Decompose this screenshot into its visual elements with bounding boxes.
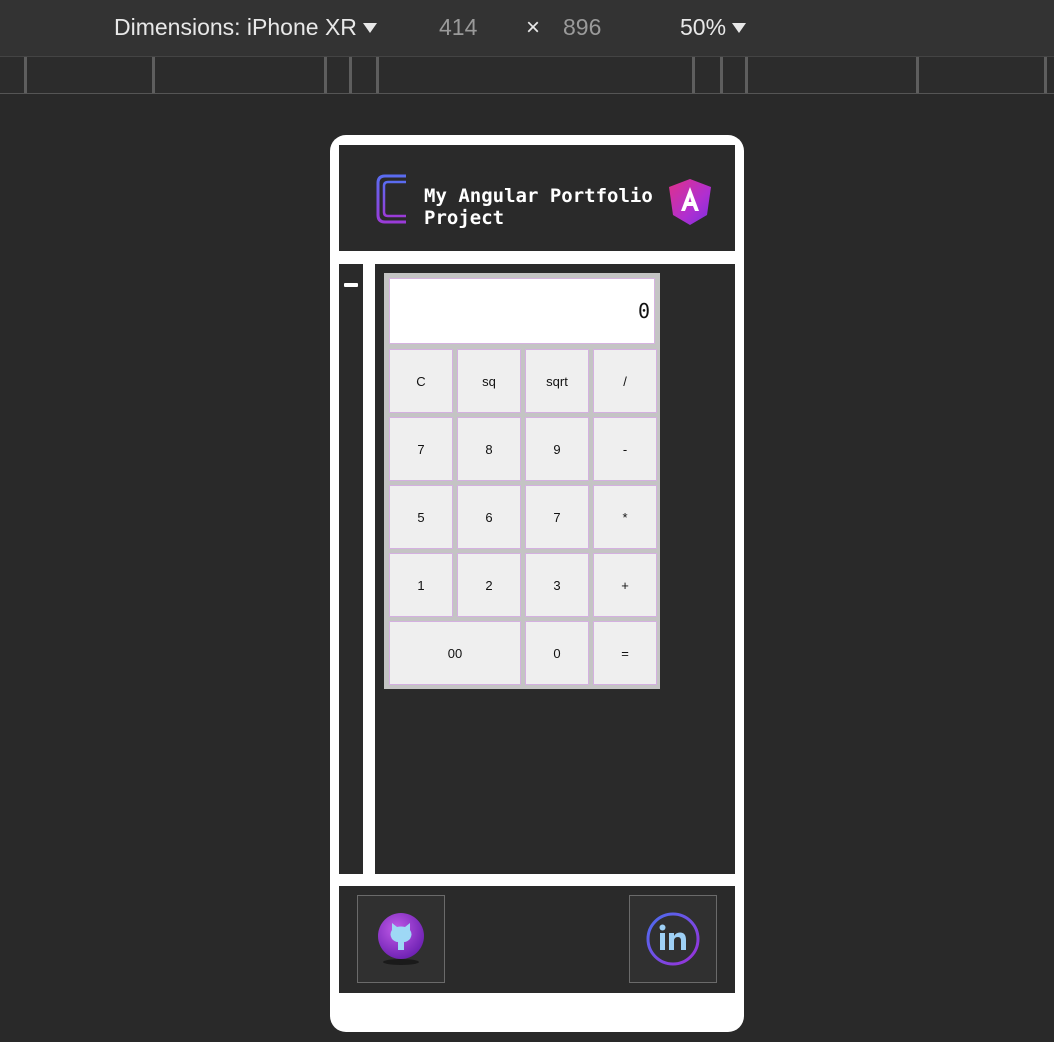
calculator: 0 C sq sqrt / 7 8 9 - 5 6 7 * 1 2 3 + 00… bbox=[384, 273, 660, 689]
width-input[interactable]: 414 bbox=[439, 14, 477, 41]
zoom-select[interactable]: 50% bbox=[680, 14, 747, 41]
sidebar bbox=[339, 264, 363, 874]
ruler-tick bbox=[152, 57, 155, 93]
key-clear[interactable]: C bbox=[389, 349, 453, 413]
height-value: 896 bbox=[563, 14, 602, 40]
key-sqrt[interactable]: sqrt bbox=[525, 349, 589, 413]
c-logo-icon bbox=[376, 174, 406, 224]
device-select[interactable]: Dimensions: iPhone XR bbox=[114, 14, 377, 41]
key-subtract[interactable]: - bbox=[593, 417, 657, 481]
linkedin-icon bbox=[646, 912, 700, 966]
calculator-display: 0 bbox=[389, 278, 655, 344]
device-viewport: My Angular Portfolio Project 0 C sq sqrt… bbox=[330, 135, 744, 1032]
key-square[interactable]: sq bbox=[457, 349, 521, 413]
ruler-tick bbox=[24, 57, 27, 93]
main-content: 0 C sq sqrt / 7 8 9 - 5 6 7 * 1 2 3 + 00… bbox=[375, 264, 735, 874]
linkedin-link[interactable] bbox=[629, 895, 717, 983]
ruler-tick bbox=[720, 57, 723, 93]
ruler-tick bbox=[692, 57, 695, 93]
ruler-tick bbox=[1044, 57, 1047, 93]
ruler-tick bbox=[349, 57, 352, 93]
times-sign: × bbox=[526, 14, 541, 41]
github-link[interactable] bbox=[357, 895, 445, 983]
key-add[interactable]: + bbox=[593, 553, 657, 617]
key-0[interactable]: 0 bbox=[525, 621, 589, 685]
key-double-zero[interactable]: 00 bbox=[389, 621, 521, 685]
app-title-line1: My Angular Portfolio bbox=[424, 185, 653, 207]
key-5[interactable]: 5 bbox=[389, 485, 453, 549]
ruler-tick bbox=[376, 57, 379, 93]
app-title: My Angular Portfolio Project bbox=[424, 185, 664, 229]
key-2[interactable]: 2 bbox=[457, 553, 521, 617]
key-equals[interactable]: = bbox=[593, 621, 657, 685]
key-8[interactable]: 8 bbox=[457, 417, 521, 481]
github-icon bbox=[378, 913, 424, 965]
devtools-toolbar: Dimensions: iPhone XR 414 × 896 50% bbox=[0, 0, 1054, 56]
key-1[interactable]: 1 bbox=[389, 553, 453, 617]
key-7[interactable]: 7 bbox=[389, 417, 453, 481]
calculator-keypad: C sq sqrt / 7 8 9 - 5 6 7 * 1 2 3 + 00 0… bbox=[389, 349, 657, 685]
key-multiply[interactable]: * bbox=[593, 485, 657, 549]
angular-logo-icon bbox=[669, 179, 711, 225]
zoom-value: 50% bbox=[680, 14, 727, 40]
app-header: My Angular Portfolio Project bbox=[339, 145, 735, 251]
ruler-tick bbox=[916, 57, 919, 93]
media-query-ruler[interactable] bbox=[0, 56, 1054, 94]
key-6[interactable]: 6 bbox=[457, 485, 521, 549]
key-7-second[interactable]: 7 bbox=[525, 485, 589, 549]
device-select-label: Dimensions: iPhone XR bbox=[114, 14, 357, 40]
width-value: 414 bbox=[439, 14, 478, 40]
key-9[interactable]: 9 bbox=[525, 417, 589, 481]
ruler-tick bbox=[324, 57, 327, 93]
swap-dimensions-icon[interactable]: × bbox=[526, 14, 540, 42]
height-input[interactable]: 896 bbox=[563, 14, 601, 41]
key-3[interactable]: 3 bbox=[525, 553, 589, 617]
key-divide[interactable]: / bbox=[593, 349, 657, 413]
ruler-tick bbox=[745, 57, 748, 93]
app-footer bbox=[339, 886, 735, 993]
app-title-line2: Project bbox=[424, 207, 505, 229]
collapse-toggle-icon[interactable] bbox=[344, 283, 358, 287]
chevron-down-icon bbox=[732, 22, 747, 33]
chevron-down-icon bbox=[362, 22, 377, 33]
